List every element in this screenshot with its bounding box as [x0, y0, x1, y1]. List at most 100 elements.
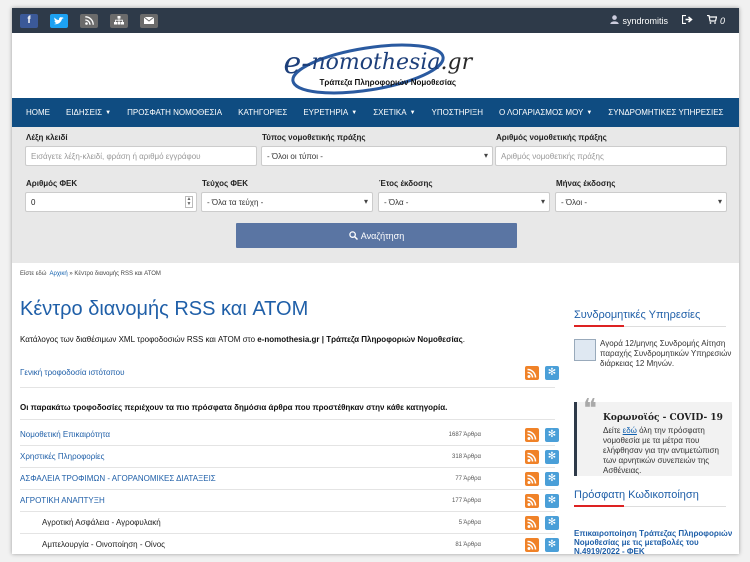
facebook-icon[interactable]: f — [20, 13, 38, 28]
breadcrumb-prefix: Είστε εδώ — [20, 271, 47, 277]
feed-article-count: 81 Άρθρα — [455, 541, 481, 548]
header-logo-area: e- nomothesia.gr Τράπεζα Πληροφοριών Νομ… — [12, 33, 739, 98]
description-site-name: e-nomothesia.gr | Τράπεζα Πληροφοριών Νο… — [257, 335, 463, 344]
chevron-down-icon: ▼ — [351, 109, 358, 116]
nav-item-label: Ο ΛΟΓΑΡΙΑΣΜΟΣ ΜΟΥ — [499, 108, 584, 117]
covid-box: ❝ Κορωνοϊός - COVID- 19 Δείτε εδώ όλη τη… — [574, 394, 733, 476]
nav-item[interactable]: ΣΥΝΔΡΟΜΗΤΙΚΕΣ ΥΠΗΡΕΣΙΕΣ — [608, 108, 723, 117]
feed-row: Χρηστικές Πληροφορίες 318 Άρθρα ✻ — [20, 448, 559, 465]
feed-title[interactable]: Νομοθετική Επικαιρότητα — [20, 430, 110, 439]
year-label: Έτος έκδοσης — [379, 179, 433, 188]
month-select[interactable]: - Όλοι - ▾ — [555, 192, 727, 212]
feed-article-count: 1687 Άρθρα — [448, 431, 481, 438]
cart-icon[interactable] — [706, 14, 718, 26]
issue-select[interactable]: - Όλα τα τεύχη - ▾ — [201, 192, 373, 212]
twitter-icon[interactable] — [50, 13, 68, 28]
nav-item[interactable]: ΕΥΡΕΤΗΡΙΑ ▼ — [303, 108, 357, 117]
top-bar: f syndromitis 0 — [12, 8, 739, 33]
number-spinner-icon[interactable]: ▲ ▼ — [185, 196, 193, 208]
feed-title[interactable]: Αγροτική Ασφάλεια - Αγροφυλακή — [20, 518, 161, 527]
email-icon[interactable] — [140, 13, 158, 28]
rss-feed-icon[interactable] — [525, 449, 539, 464]
year-select-value: - Όλα - — [384, 197, 409, 207]
number-label: Αριθμός νομοθετικής πράξης — [496, 133, 607, 142]
sitemap-icon[interactable] — [110, 13, 128, 28]
feed-title[interactable]: ΑΣΦΑΛΕΙΑ ΤΡΟΦΙΜΩΝ - ΑΓΟΡΑΝΟΜΙΚΕΣ ΔΙΑΤΑΞΕ… — [20, 474, 216, 483]
chevron-down-icon: ▾ — [363, 197, 368, 206]
codification-link[interactable]: Επικαιροποίηση Τράπεζας Πληροφοριών Νομο… — [574, 529, 734, 554]
atom-feed-icon[interactable]: ✻ — [545, 449, 559, 464]
divider — [20, 445, 555, 446]
nav-item[interactable]: ΚΑΤΗΓΟΡΙΕΣ — [238, 108, 287, 117]
general-feed-link[interactable]: Γενική τροφοδοσία ιστότοπου — [20, 368, 125, 377]
type-label: Τύπος νομοθετικής πράξης — [262, 133, 366, 142]
search-button[interactable]: Αναζήτηση — [236, 223, 517, 248]
chevron-down-icon: ▼ — [586, 109, 593, 116]
feed-title[interactable]: Χρηστικές Πληροφορίες — [20, 452, 104, 461]
rss-feed-icon[interactable] — [525, 493, 539, 508]
site-logo[interactable]: e- nomothesia.gr Τράπεζα Πληροφοριών Νομ… — [276, 36, 476, 96]
divider — [20, 467, 555, 468]
breadcrumb-separator: » — [69, 271, 73, 277]
fek-number-input[interactable]: 0 ▲ ▼ — [25, 192, 197, 212]
atom-feed-icon[interactable]: ✻ — [545, 471, 559, 486]
nav-item[interactable]: HOME — [26, 108, 50, 117]
nav-item-label: ΣΧΕΤΙΚΑ — [373, 108, 407, 117]
nav-item-label: ΕΥΡΕΤΗΡΙΑ — [303, 108, 349, 117]
chevron-down-icon: ▼ — [105, 109, 112, 116]
nav-item[interactable]: ΠΡΟΣΦΑΤΗ ΝΟΜΟΘΕΣΙΑ — [127, 108, 222, 117]
keyword-label: Λέξη κλειδί — [26, 133, 68, 142]
fek-number-value: 0 — [31, 197, 36, 207]
atom-feed-icon[interactable]: ✻ — [545, 427, 559, 442]
fek-label: Αριθμός ΦΕΚ — [26, 179, 78, 188]
feed-article-count: 177 Άρθρα — [452, 497, 481, 504]
subscriptions-title: Συνδρομητικές Υπηρεσίες — [574, 309, 701, 321]
rss-feed-icon[interactable] — [525, 515, 539, 530]
divider — [20, 489, 555, 490]
month-select-value: - Όλοι - — [561, 197, 588, 207]
browser-page: f syndromitis 0 e- nomothesia.gr Τράπεζα… — [12, 8, 739, 554]
nav-item[interactable]: ΕΙΔΗΣΕΙΣ ▼ — [66, 108, 111, 117]
rss-feed-icon[interactable] — [525, 471, 539, 486]
divider — [20, 387, 555, 388]
covid-text: Δείτε εδώ όλη την πρόσφατη νομοθεσία με … — [603, 426, 733, 476]
nav-item-label: ΚΑΤΗΓΟΡΙΕΣ — [238, 108, 288, 117]
breadcrumb-home-link[interactable]: Αρχική — [49, 271, 67, 277]
nav-item[interactable]: Ο ΛΟΓΑΡΙΑΣΜΟΣ ΜΟΥ ▼ — [499, 108, 592, 117]
username[interactable]: syndromitis — [622, 16, 668, 26]
feed-row: ΑΣΦΑΛΕΙΑ ΤΡΟΦΙΜΩΝ - ΑΓΟΡΑΝΟΜΙΚΕΣ ΔΙΑΤΑΞΕ… — [20, 470, 559, 487]
subscription-thumbnail[interactable] — [574, 339, 596, 361]
type-select[interactable]: - Όλοι οι τύποι - ▾ — [261, 146, 493, 166]
chevron-down-icon: ▾ — [483, 151, 488, 160]
feed-row: Αμπελουργία - Οινοποίηση - Οίνος 81 Άρθρα… — [20, 536, 559, 553]
divider — [20, 533, 555, 534]
atom-feed-icon[interactable]: ✻ — [545, 515, 559, 530]
keyword-input[interactable]: Εισάγετε λέξη-κλειδί, φράση ή αριθμό εγγ… — [25, 146, 257, 166]
subscription-text[interactable]: Αγορά 12/μηνης Συνδρομής Αίτηση παραχής … — [600, 339, 739, 369]
nav-item-label: ΥΠΟΣΤΗΡΙΞΗ — [431, 108, 484, 117]
rss-feed-icon[interactable] — [525, 537, 539, 552]
cart-count[interactable]: 0 — [720, 16, 725, 26]
covid-link[interactable]: εδώ — [623, 426, 637, 435]
rss-feed-icon[interactable] — [525, 365, 539, 380]
feed-title[interactable]: Αμπελουργία - Οινοποίηση - Οίνος — [20, 540, 165, 549]
description-end: . — [462, 335, 465, 344]
feeds-note: Οι παρακάτω τροφοδοσίες περιέχουν τα πιο… — [20, 403, 448, 412]
rss-feed-icon[interactable] — [525, 427, 539, 442]
atom-feed-icon[interactable]: ✻ — [545, 537, 559, 552]
main-navigation: HOME ΕΙΔΗΣΕΙΣ ▼ ΠΡΟΣΦΑΤΗ ΝΟΜΟΘΕΣΙΑ ΚΑΤΗΓΟΡΙΕ… — [12, 98, 739, 127]
rss-icon[interactable] — [80, 13, 98, 28]
number-input[interactable]: Αριθμός νομοθετικής πράξης — [495, 146, 727, 166]
logo-tagline: Τράπεζα Πληροφοριών Νομοθεσίας — [319, 77, 457, 87]
type-select-value: - Όλοι οι τύποι - — [267, 151, 323, 161]
quote-icon: ❝ — [583, 394, 597, 424]
year-select[interactable]: - Όλα - ▾ — [378, 192, 550, 212]
nav-item[interactable]: ΥΠΟΣΤΗΡΙΞΗ — [432, 108, 483, 117]
feed-row: ΑΓΡΟΤΙΚΗ ΑΝΑΠΤΥΞΗ 177 Άρθρα ✻ — [20, 492, 559, 509]
feed-title[interactable]: ΑΓΡΟΤΙΚΗ ΑΝΑΠΤΥΞΗ — [20, 496, 105, 505]
atom-feed-icon[interactable]: ✻ — [545, 493, 559, 508]
nav-item[interactable]: ΣΧΕΤΙΚΑ ▼ — [373, 108, 415, 117]
atom-feed-icon[interactable]: ✻ — [545, 365, 559, 380]
title-underline — [574, 325, 624, 327]
logout-icon[interactable] — [681, 14, 693, 26]
